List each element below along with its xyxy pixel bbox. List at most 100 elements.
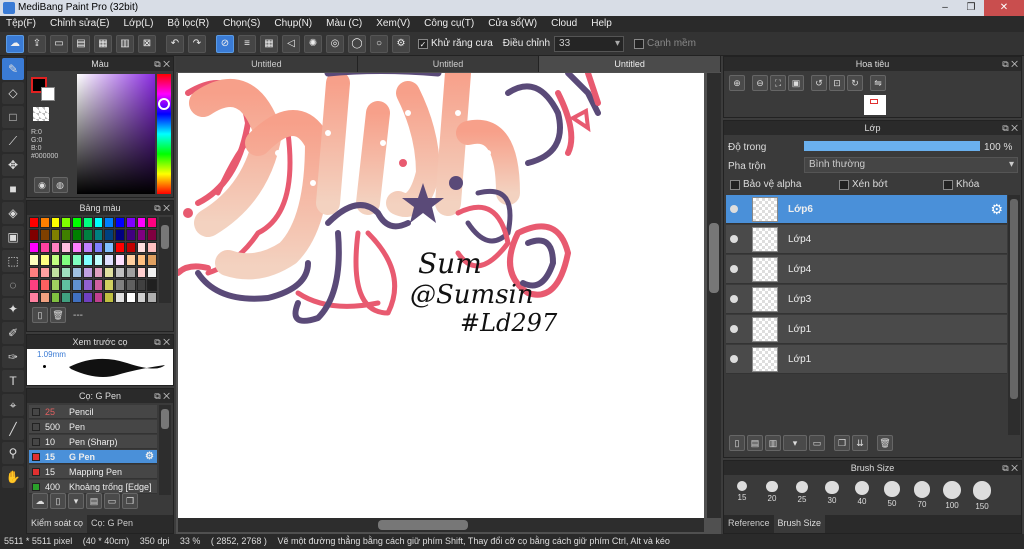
palette-swatch[interactable] [147,279,157,291]
palette-swatch[interactable] [72,229,82,241]
opacity-slider[interactable] [804,141,980,151]
palette-swatch[interactable] [39,291,50,303]
palette-swatch[interactable] [93,254,104,266]
palette-scrollbar[interactable] [159,217,171,303]
palette-swatch[interactable] [104,229,114,241]
eyedropper-tool-icon[interactable]: ⚲ [2,442,24,464]
palette-swatch[interactable] [61,217,71,229]
menu-color[interactable]: Màu (C) [326,16,362,32]
radial-snap-icon[interactable]: ✺ [304,34,322,53]
fill-rect-tool-icon[interactable]: ■ [2,178,24,200]
palette-swatch[interactable] [82,279,93,291]
panel-buttons-icon[interactable]: ⧉ ✕ [1002,57,1018,71]
brush-size-option[interactable]: 50 [878,481,906,508]
palette-swatch[interactable] [72,266,82,279]
brush-size-option[interactable]: 25 [788,481,816,504]
magic-wand-tool-icon[interactable]: ✦ [2,298,24,320]
palette-swatch[interactable] [125,266,136,279]
palette-swatch[interactable] [125,217,136,229]
color-picker-icon[interactable]: ◍ [52,177,68,193]
concentric-snap-icon[interactable]: ◎ [326,34,344,53]
palette-swatch[interactable] [50,217,61,229]
palette-swatch[interactable] [50,291,61,303]
zoom-in-icon[interactable]: ⊕ [729,75,745,91]
palette-swatch[interactable] [136,279,147,291]
palette-swatch[interactable] [136,266,147,279]
tab-brush-control[interactable]: Kiểm soát cọ [27,515,88,533]
palette-swatch[interactable] [104,254,114,266]
palette-swatch[interactable] [115,279,125,291]
move-tool-icon[interactable]: ✥ [2,154,24,176]
select-pen-tool-icon[interactable]: ✐ [2,322,24,344]
clipping-checkbox[interactable] [839,179,849,190]
palette-swatch[interactable] [39,217,50,229]
maximize-button[interactable]: ❐ [958,0,984,16]
hue-slider[interactable] [157,74,171,194]
layer-folder-icon[interactable]: ▭ [809,435,825,451]
palette-swatch[interactable] [104,217,114,229]
antialias-checkbox[interactable]: ✓ [418,38,428,49]
duplicate-layer-icon[interactable]: ❐ [834,435,850,451]
lock-checkbox[interactable] [943,179,953,190]
palette-swatch[interactable] [147,229,157,241]
palette-swatch[interactable] [61,266,71,279]
soft-edge-checkbox[interactable] [634,38,645,49]
menu-file[interactable]: Tệp(F) [6,16,36,32]
new-palette-icon[interactable]: ▯ [32,307,48,323]
palette-swatch[interactable] [29,254,39,266]
palette-swatch[interactable] [82,217,93,229]
export-icon[interactable]: ⇪ [28,34,46,53]
delete-layer-icon[interactable]: 🗑 [877,435,893,451]
palette-swatch[interactable] [93,217,104,229]
close-button[interactable]: ✕ [984,0,1024,16]
eye-icon[interactable] [730,355,738,363]
eye-icon[interactable] [730,325,738,333]
correction-dropdown[interactable]: 33 [554,35,625,52]
brush-size-option[interactable]: 150 [968,481,996,511]
reset-rotation-icon[interactable]: ⊡ [829,75,845,91]
palette-swatch[interactable] [115,241,125,254]
brush-item-edge[interactable]: 400 Khoảng trống [Edge] [29,480,157,494]
palette-swatch[interactable] [61,229,71,241]
cloud-icon[interactable]: ☁ [6,34,24,53]
palette-swatch[interactable] [115,266,125,279]
palette-swatch[interactable] [29,229,39,241]
layer-scrollbar[interactable] [1008,195,1020,435]
brush-size-option[interactable]: 30 [818,481,846,505]
palette-swatch[interactable] [61,279,71,291]
palette-swatch[interactable] [61,291,71,303]
eye-icon[interactable] [730,205,738,213]
palette-swatch[interactable] [61,241,71,254]
eye-icon[interactable] [730,235,738,243]
palette-swatch[interactable] [39,254,50,266]
page-icon[interactable]: ▦ [94,34,112,53]
menu-select[interactable]: Chọn(S) [223,16,260,32]
palette-swatch[interactable] [136,229,147,241]
palette-swatch[interactable] [93,229,104,241]
ellipse-snap-icon[interactable]: ◯ [348,34,366,53]
eraser-tool-icon[interactable]: ◇ [2,82,24,104]
new-halftone-layer-icon[interactable]: ▤ [747,435,763,451]
palette-swatch[interactable] [50,266,61,279]
brush-size-option[interactable]: 20 [758,481,786,503]
palette-swatch[interactable] [29,279,39,291]
tab-brush[interactable]: Cọ: G Pen [87,515,137,533]
canvas-vertical-scrollbar[interactable] [707,73,721,518]
palette-swatch[interactable] [29,266,39,279]
palette-swatch[interactable] [72,254,82,266]
brush-tool-icon[interactable]: ✎ [2,58,24,80]
palette-swatch[interactable] [125,279,136,291]
palette-swatch[interactable] [82,241,93,254]
palette-swatch[interactable] [93,266,104,279]
transparent-swatch[interactable] [33,107,49,121]
palette-swatch[interactable] [29,217,39,229]
menu-view[interactable]: Xem(V) [376,16,410,32]
select-eraser-tool-icon[interactable]: ✑ [2,346,24,368]
palette-swatch[interactable] [72,291,82,303]
palette-swatch[interactable] [136,291,147,303]
fit-icon[interactable]: ⛶ [770,75,786,91]
brush-item-mapping-pen[interactable]: 15 Mapping Pen [29,465,157,479]
snap-settings-icon[interactable]: ⚙ [392,34,410,53]
palette-swatch[interactable] [125,254,136,266]
divide-tool-icon[interactable]: ╱ [2,418,24,440]
